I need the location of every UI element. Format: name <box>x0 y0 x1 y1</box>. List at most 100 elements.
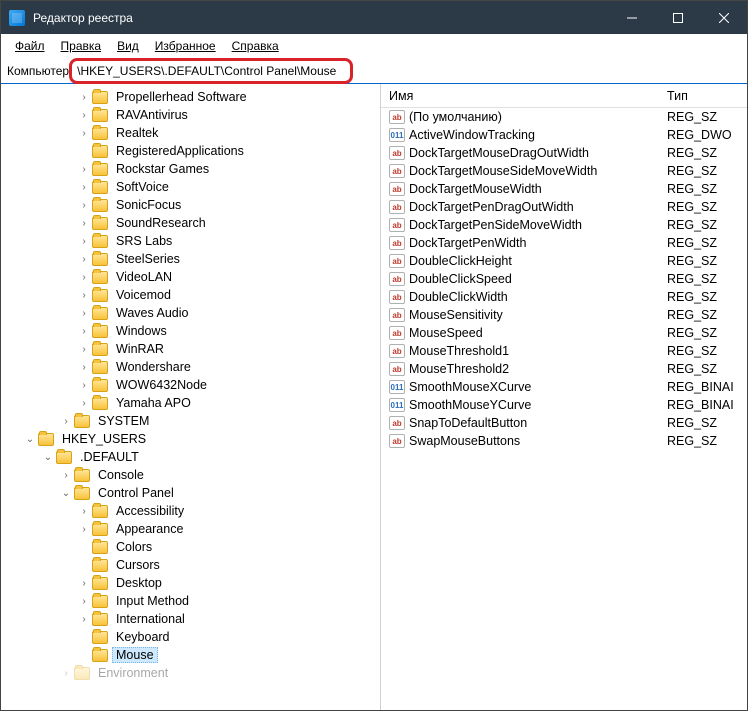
tree-node[interactable]: ›Environment <box>5 664 380 682</box>
tree-node[interactable]: Colors <box>5 538 380 556</box>
menu-help[interactable]: Справка <box>224 37 287 55</box>
value-row[interactable]: abDoubleClickSpeedREG_SZ <box>381 270 747 288</box>
tree-node[interactable]: ›Desktop <box>5 574 380 592</box>
tree-node[interactable]: ›SoundResearch <box>5 214 380 232</box>
value-row[interactable]: abDoubleClickHeightREG_SZ <box>381 252 747 270</box>
tree-node[interactable]: ›Propellerhead Software <box>5 88 380 106</box>
value-name: DockTargetMouseWidth <box>409 182 542 196</box>
value-row[interactable]: abSnapToDefaultButtonREG_SZ <box>381 414 747 432</box>
chevron-down-icon[interactable]: ⌄ <box>41 452 55 463</box>
value-row[interactable]: abDockTargetMouseWidthREG_SZ <box>381 180 747 198</box>
tree-node[interactable]: RegisteredApplications <box>5 142 380 160</box>
chevron-right-icon[interactable]: › <box>77 380 91 391</box>
tree-node[interactable]: ›SRS Labs <box>5 232 380 250</box>
tree-node[interactable]: ⌄.DEFAULT <box>5 448 380 466</box>
chevron-right-icon[interactable]: › <box>77 524 91 535</box>
chevron-right-icon[interactable]: › <box>77 110 91 121</box>
tree-node[interactable]: ›Input Method <box>5 592 380 610</box>
column-name[interactable]: Имя <box>381 89 667 103</box>
tree-node[interactable]: ›VideoLAN <box>5 268 380 286</box>
chevron-right-icon[interactable]: › <box>77 326 91 337</box>
chevron-right-icon[interactable]: › <box>77 218 91 229</box>
chevron-right-icon[interactable]: › <box>77 128 91 139</box>
tree-node[interactable]: ›Windows <box>5 322 380 340</box>
tree-node[interactable]: ›WinRAR <box>5 340 380 358</box>
value-row[interactable]: abSwapMouseButtonsREG_SZ <box>381 432 747 450</box>
tree-node[interactable]: ›SYSTEM <box>5 412 380 430</box>
tree-node[interactable]: ›Realtek <box>5 124 380 142</box>
chevron-right-icon[interactable]: › <box>77 200 91 211</box>
tree-node[interactable]: Mouse <box>5 646 380 664</box>
tree-node[interactable]: ›Console <box>5 466 380 484</box>
value-row[interactable]: abMouseSensitivityREG_SZ <box>381 306 747 324</box>
chevron-right-icon[interactable]: › <box>77 164 91 175</box>
menu-view[interactable]: Вид <box>109 37 147 55</box>
chevron-right-icon[interactable]: › <box>59 470 73 481</box>
chevron-right-icon[interactable]: › <box>77 236 91 247</box>
values-pane[interactable]: Имя Тип ab(По умолчанию)REG_SZ011ActiveW… <box>381 84 747 710</box>
column-type[interactable]: Тип <box>667 89 747 103</box>
chevron-right-icon[interactable]: › <box>77 272 91 283</box>
chevron-right-icon[interactable]: › <box>77 578 91 589</box>
tree-node[interactable]: ›SteelSeries <box>5 250 380 268</box>
chevron-right-icon[interactable]: › <box>77 254 91 265</box>
value-row[interactable]: abDoubleClickWidthREG_SZ <box>381 288 747 306</box>
menu-file[interactable]: Файл <box>7 37 53 55</box>
value-name: SwapMouseButtons <box>409 434 520 448</box>
value-row[interactable]: 011SmoothMouseXCurveREG_BINAI <box>381 378 747 396</box>
folder-icon <box>92 325 108 338</box>
value-row[interactable]: abDockTargetPenWidthREG_SZ <box>381 234 747 252</box>
chevron-right-icon[interactable]: › <box>77 596 91 607</box>
tree-node[interactable]: ⌄HKEY_USERS <box>5 430 380 448</box>
value-row[interactable]: abDockTargetMouseSideMoveWidthREG_SZ <box>381 162 747 180</box>
tree-node[interactable]: ⌄Control Panel <box>5 484 380 502</box>
value-row[interactable]: 011SmoothMouseYCurveREG_BINAI <box>381 396 747 414</box>
value-row[interactable]: abDockTargetPenDragOutWidthREG_SZ <box>381 198 747 216</box>
value-row[interactable]: abMouseThreshold2REG_SZ <box>381 360 747 378</box>
chevron-right-icon[interactable]: › <box>77 506 91 517</box>
tree-node[interactable]: ›Rockstar Games <box>5 160 380 178</box>
chevron-right-icon[interactable]: › <box>77 92 91 103</box>
titlebar[interactable]: Редактор реестра <box>1 1 747 34</box>
chevron-down-icon[interactable]: ⌄ <box>59 488 73 499</box>
chevron-right-icon[interactable]: › <box>77 398 91 409</box>
tree-node[interactable]: ›Yamaha APO <box>5 394 380 412</box>
value-type: REG_SZ <box>667 362 747 376</box>
value-type: REG_BINAI <box>667 398 747 412</box>
chevron-right-icon[interactable]: › <box>59 668 73 679</box>
chevron-right-icon[interactable]: › <box>59 416 73 427</box>
tree-node[interactable]: Keyboard <box>5 628 380 646</box>
tree-node[interactable]: ›Voicemod <box>5 286 380 304</box>
tree-node[interactable]: ›SonicFocus <box>5 196 380 214</box>
value-row[interactable]: abMouseThreshold1REG_SZ <box>381 342 747 360</box>
chevron-right-icon[interactable]: › <box>77 362 91 373</box>
value-row[interactable]: ab(По умолчанию)REG_SZ <box>381 108 747 126</box>
menu-favorites[interactable]: Избранное <box>147 37 224 55</box>
chevron-right-icon[interactable]: › <box>77 182 91 193</box>
chevron-right-icon[interactable]: › <box>77 290 91 301</box>
minimize-button[interactable] <box>609 1 655 34</box>
tree-node[interactable]: Cursors <box>5 556 380 574</box>
chevron-right-icon[interactable]: › <box>77 344 91 355</box>
tree-node[interactable]: ›International <box>5 610 380 628</box>
close-button[interactable] <box>701 1 747 34</box>
value-row[interactable]: 011ActiveWindowTrackingREG_DWO <box>381 126 747 144</box>
tree-node[interactable]: ›SoftVoice <box>5 178 380 196</box>
tree-pane[interactable]: ›Propellerhead Software›RAVAntivirus›Rea… <box>1 84 381 710</box>
value-row[interactable]: abMouseSpeedREG_SZ <box>381 324 747 342</box>
value-row[interactable]: abDockTargetPenSideMoveWidthREG_SZ <box>381 216 747 234</box>
tree-node[interactable]: ›Appearance <box>5 520 380 538</box>
maximize-button[interactable] <box>655 1 701 34</box>
value-row[interactable]: abDockTargetMouseDragOutWidthREG_SZ <box>381 144 747 162</box>
tree-node-label: Waves Audio <box>112 306 193 320</box>
menu-edit[interactable]: Правка <box>53 37 110 55</box>
chevron-right-icon[interactable]: › <box>77 308 91 319</box>
tree-node[interactable]: ›RAVAntivirus <box>5 106 380 124</box>
tree-node[interactable]: ›Wondershare <box>5 358 380 376</box>
tree-node[interactable]: ›Accessibility <box>5 502 380 520</box>
tree-node[interactable]: › Waves Audio <box>5 304 380 322</box>
address-input[interactable] <box>73 62 345 80</box>
chevron-down-icon[interactable]: ⌄ <box>23 434 37 445</box>
tree-node[interactable]: ›WOW6432Node <box>5 376 380 394</box>
chevron-right-icon[interactable]: › <box>77 614 91 625</box>
